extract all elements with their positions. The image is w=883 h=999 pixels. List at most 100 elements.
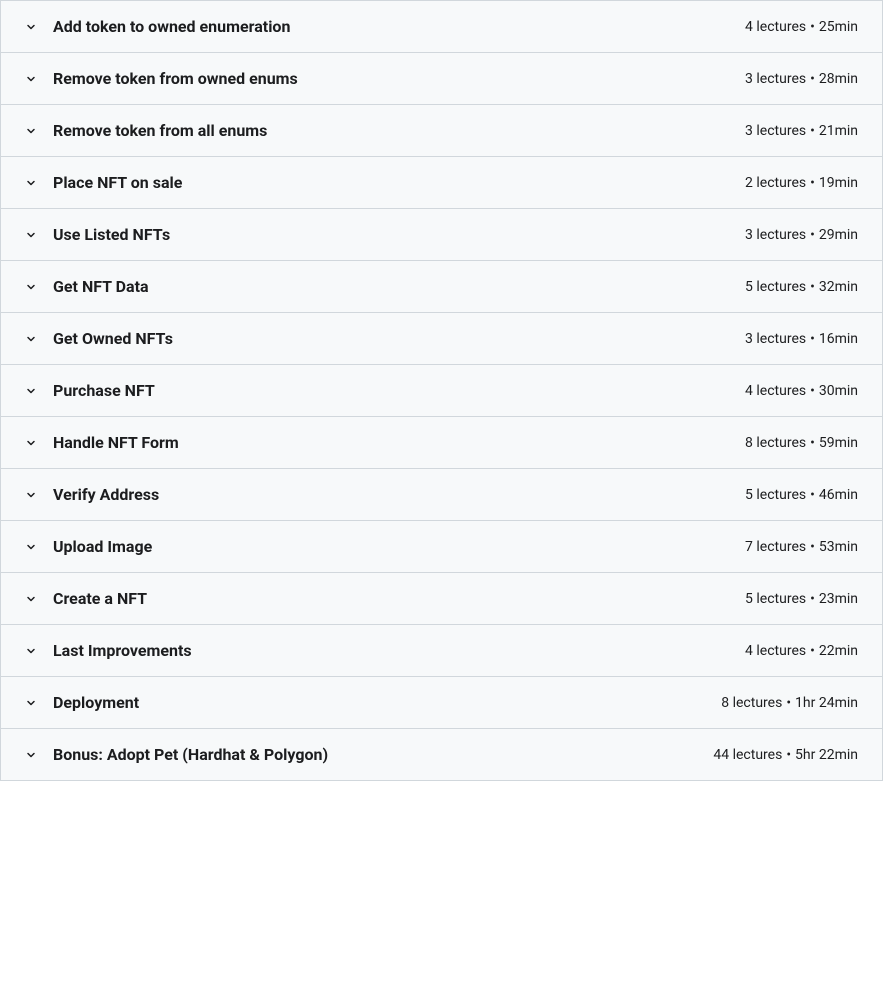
section-duration: 59min (819, 435, 858, 451)
section-row[interactable]: Add token to owned enumeration4 lectures… (1, 0, 882, 52)
section-duration: 22min (819, 643, 858, 659)
section-lectures: 7 lectures (745, 539, 806, 555)
section-row[interactable]: Get NFT Data5 lectures•32min (1, 260, 882, 312)
course-section-list: Add token to owned enumeration4 lectures… (0, 0, 883, 781)
separator-dot: • (786, 695, 791, 711)
section-duration: 5hr 22min (795, 747, 858, 763)
section-lectures: 44 lectures (713, 747, 782, 763)
section-title: Remove token from owned enums (53, 69, 745, 88)
section-lectures: 4 lectures (745, 643, 806, 659)
section-duration: 29min (819, 227, 858, 243)
chevron-down-icon (25, 593, 37, 605)
section-meta: 5 lectures•23min (745, 591, 858, 607)
section-lectures: 5 lectures (745, 591, 806, 607)
chevron-down-icon (25, 541, 37, 553)
section-row[interactable]: Upload Image7 lectures•53min (1, 520, 882, 572)
section-meta: 3 lectures•16min (745, 331, 858, 347)
section-duration: 25min (819, 19, 858, 35)
chevron-down-icon (25, 73, 37, 85)
section-meta: 44 lectures•5hr 22min (713, 747, 858, 763)
separator-dot: • (810, 227, 815, 243)
section-lectures: 4 lectures (745, 19, 806, 35)
section-title: Get Owned NFTs (53, 329, 745, 348)
section-title: Upload Image (53, 537, 745, 556)
section-duration: 28min (819, 71, 858, 87)
section-lectures: 3 lectures (745, 227, 806, 243)
section-meta: 2 lectures•19min (745, 175, 858, 191)
section-duration: 1hr 24min (795, 695, 858, 711)
section-row[interactable]: Use Listed NFTs3 lectures•29min (1, 208, 882, 260)
chevron-down-icon (25, 21, 37, 33)
section-meta: 5 lectures•46min (745, 487, 858, 503)
section-lectures: 8 lectures (721, 695, 782, 711)
chevron-down-icon (25, 437, 37, 449)
section-meta: 7 lectures•53min (745, 539, 858, 555)
section-title: Last Improvements (53, 641, 745, 660)
chevron-down-icon (25, 489, 37, 501)
chevron-down-icon (25, 645, 37, 657)
separator-dot: • (810, 331, 815, 347)
section-meta: 4 lectures•22min (745, 643, 858, 659)
separator-dot: • (810, 383, 815, 399)
section-title: Purchase NFT (53, 381, 745, 400)
section-duration: 53min (819, 539, 858, 555)
chevron-down-icon (25, 229, 37, 241)
section-lectures: 5 lectures (745, 487, 806, 503)
section-duration: 21min (819, 123, 858, 139)
separator-dot: • (810, 435, 815, 451)
separator-dot: • (810, 643, 815, 659)
section-title: Bonus: Adopt Pet (Hardhat & Polygon) (53, 745, 713, 764)
section-row[interactable]: Purchase NFT4 lectures•30min (1, 364, 882, 416)
section-meta: 3 lectures•28min (745, 71, 858, 87)
section-row[interactable]: Remove token from all enums3 lectures•21… (1, 104, 882, 156)
separator-dot: • (810, 123, 815, 139)
separator-dot: • (810, 175, 815, 191)
chevron-down-icon (25, 697, 37, 709)
chevron-down-icon (25, 749, 37, 761)
section-title: Place NFT on sale (53, 173, 745, 192)
section-row[interactable]: Last Improvements4 lectures•22min (1, 624, 882, 676)
chevron-down-icon (25, 177, 37, 189)
section-title: Use Listed NFTs (53, 225, 745, 244)
section-row[interactable]: Remove token from owned enums3 lectures•… (1, 52, 882, 104)
section-lectures: 4 lectures (745, 383, 806, 399)
section-meta: 8 lectures•59min (745, 435, 858, 451)
section-duration: 30min (819, 383, 858, 399)
section-row[interactable]: Bonus: Adopt Pet (Hardhat & Polygon)44 l… (1, 728, 882, 780)
section-duration: 46min (819, 487, 858, 503)
section-row[interactable]: Create a NFT5 lectures•23min (1, 572, 882, 624)
section-title: Deployment (53, 693, 721, 712)
section-row[interactable]: Place NFT on sale2 lectures•19min (1, 156, 882, 208)
section-row[interactable]: Verify Address5 lectures•46min (1, 468, 882, 520)
section-lectures: 5 lectures (745, 279, 806, 295)
section-meta: 3 lectures•29min (745, 227, 858, 243)
chevron-down-icon (25, 281, 37, 293)
separator-dot: • (786, 747, 791, 763)
section-duration: 16min (819, 331, 858, 347)
section-row[interactable]: Get Owned NFTs3 lectures•16min (1, 312, 882, 364)
separator-dot: • (810, 279, 815, 295)
section-meta: 5 lectures•32min (745, 279, 858, 295)
section-duration: 23min (819, 591, 858, 607)
chevron-down-icon (25, 333, 37, 345)
section-lectures: 8 lectures (745, 435, 806, 451)
section-lectures: 2 lectures (745, 175, 806, 191)
section-title: Get NFT Data (53, 277, 745, 296)
section-row[interactable]: Handle NFT Form8 lectures•59min (1, 416, 882, 468)
section-title: Handle NFT Form (53, 433, 745, 452)
section-meta: 4 lectures•25min (745, 19, 858, 35)
separator-dot: • (810, 487, 815, 503)
separator-dot: • (810, 71, 815, 87)
chevron-down-icon (25, 385, 37, 397)
section-duration: 19min (819, 175, 858, 191)
section-title: Verify Address (53, 485, 745, 504)
section-title: Create a NFT (53, 589, 745, 608)
separator-dot: • (810, 539, 815, 555)
section-title: Add token to owned enumeration (53, 17, 745, 36)
separator-dot: • (810, 19, 815, 35)
section-meta: 4 lectures•30min (745, 383, 858, 399)
section-row[interactable]: Deployment8 lectures•1hr 24min (1, 676, 882, 728)
chevron-down-icon (25, 125, 37, 137)
section-lectures: 3 lectures (745, 331, 806, 347)
separator-dot: • (810, 591, 815, 607)
